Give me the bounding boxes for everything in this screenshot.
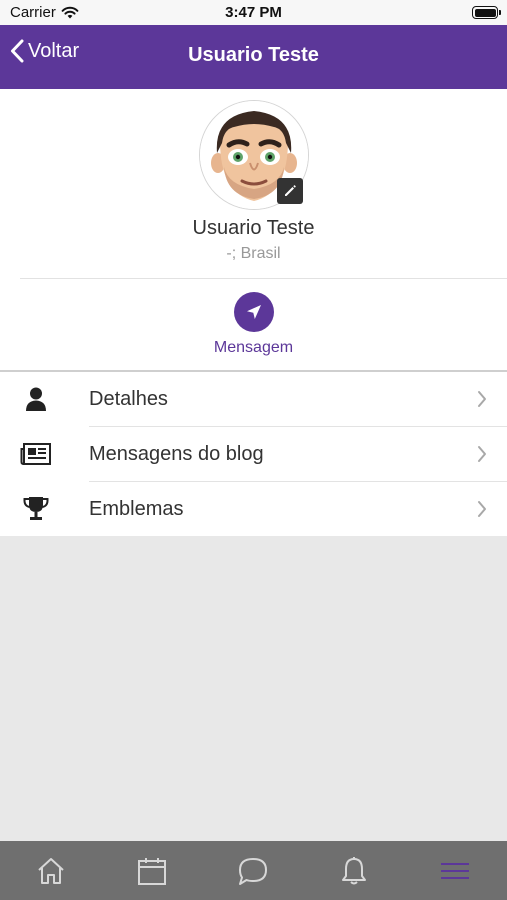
profile-name: Usuario Teste	[192, 217, 315, 239]
profile-header: Usuario Teste -; Brasil Mensagem	[0, 89, 507, 371]
tab-bar	[0, 841, 507, 900]
calendar-icon	[137, 857, 166, 885]
page-title: Usuario Teste	[188, 44, 319, 66]
menu-item-label: Emblemas	[89, 498, 184, 520]
trophy-icon	[20, 495, 52, 523]
edit-avatar-button[interactable]	[277, 178, 303, 204]
chevron-right-icon	[478, 446, 486, 462]
chat-icon	[238, 857, 267, 885]
profile-menu: Detalhes Mensagens do blog Emblemas	[0, 372, 507, 536]
tab-calendar[interactable]	[101, 841, 202, 900]
tab-home[interactable]	[0, 841, 101, 900]
menu-icon	[440, 862, 469, 879]
profile-location: -; Brasil	[226, 245, 281, 262]
chevron-right-icon	[478, 501, 486, 517]
message-circle	[234, 292, 274, 332]
status-time: 3:47 PM	[225, 4, 282, 21]
status-bar: Carrier 3:47 PM	[0, 0, 507, 25]
message-label: Mensagem	[213, 339, 294, 356]
divider	[20, 278, 507, 279]
tab-chat[interactable]	[202, 841, 303, 900]
menu-item-blog[interactable]: Mensagens do blog	[0, 427, 507, 482]
menu-item-label: Mensagens do blog	[89, 443, 264, 465]
message-button[interactable]: Mensagem	[203, 289, 304, 361]
send-icon	[247, 305, 261, 319]
battery-icon	[472, 6, 501, 19]
menu-item-detalhes[interactable]: Detalhes	[0, 372, 507, 427]
nav-bar: Voltar Usuario Teste	[0, 25, 507, 89]
home-icon	[37, 857, 64, 884]
menu-item-label: Detalhes	[89, 388, 168, 410]
pencil-icon	[285, 185, 296, 196]
bell-icon	[341, 856, 366, 884]
person-icon	[20, 385, 52, 413]
tab-menu[interactable]	[404, 841, 505, 900]
menu-item-emblemas[interactable]: Emblemas	[0, 482, 507, 537]
chevron-right-icon	[478, 391, 486, 407]
tab-notifications[interactable]	[303, 841, 404, 900]
newspaper-icon	[20, 440, 52, 468]
